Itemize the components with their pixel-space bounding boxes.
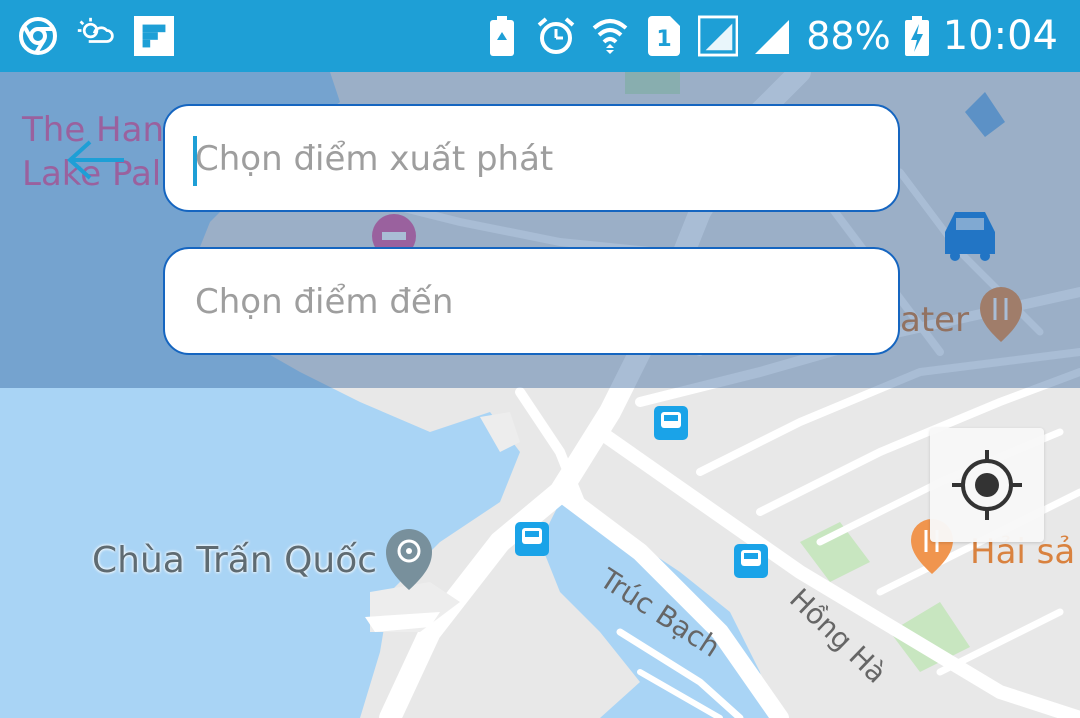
origin-field[interactable] <box>163 104 900 212</box>
my-location-button[interactable] <box>930 428 1044 542</box>
origin-input[interactable] <box>193 106 877 211</box>
destination-field[interactable] <box>163 247 900 355</box>
back-arrow-icon[interactable] <box>66 138 128 182</box>
bus-stop-icon[interactable] <box>734 544 768 578</box>
destination-input[interactable] <box>193 249 877 354</box>
wifi-icon <box>590 14 630 58</box>
sim-icon: 1 <box>644 14 684 58</box>
sim-slot-number: 1 <box>657 27 672 52</box>
signal-icon <box>698 14 739 58</box>
clock: 10:04 <box>942 13 1058 59</box>
status-bar: 1 88% 10:04 <box>0 0 1080 72</box>
battery-saver-icon <box>482 14 522 58</box>
alarm-icon <box>536 14 576 58</box>
signal-icon <box>752 14 792 58</box>
flipboard-icon <box>134 14 174 58</box>
weather-icon <box>76 14 116 58</box>
crosshair-icon <box>952 450 1022 520</box>
chrome-icon <box>18 14 58 58</box>
map-label-tran-quoc-pagoda: Chùa Trấn Quốc <box>92 540 378 581</box>
charging-battery-icon <box>904 14 929 58</box>
battery-percent: 88% <box>806 14 891 58</box>
bus-stop-icon[interactable] <box>654 406 688 440</box>
bus-stop-icon[interactable] <box>515 522 549 556</box>
